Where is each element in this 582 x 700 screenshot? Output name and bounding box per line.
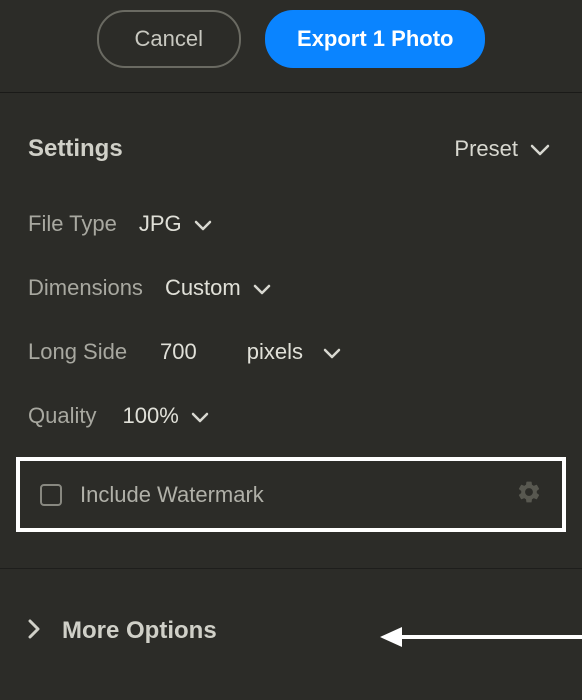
settings-title: Settings: [28, 135, 123, 163]
quality-row: Quality 100%: [28, 403, 554, 429]
top-button-bar: Cancel Export 1 Photo: [0, 0, 582, 92]
chevron-down-icon: [530, 136, 550, 162]
arrow-annotation: [380, 627, 582, 647]
dimensions-label: Dimensions: [28, 275, 143, 301]
file-type-value: JPG: [139, 211, 182, 237]
file-type-dropdown[interactable]: JPG: [139, 211, 212, 237]
file-type-label: File Type: [28, 211, 117, 237]
file-type-row: File Type JPG: [28, 211, 554, 237]
dimensions-dropdown[interactable]: Custom: [165, 275, 271, 301]
quality-value: 100%: [122, 403, 178, 429]
units-value: pixels: [247, 339, 303, 365]
arrow-head-icon: [380, 627, 402, 647]
long-side-label: Long Side: [28, 339, 138, 365]
preset-dropdown[interactable]: Preset: [454, 136, 550, 162]
chevron-down-icon: [194, 211, 212, 237]
watermark-label: Include Watermark: [80, 482, 516, 508]
more-options-row: More Options: [0, 569, 582, 645]
long-side-input[interactable]: 700: [160, 339, 197, 365]
chevron-down-icon: [323, 339, 341, 365]
quality-label: Quality: [28, 403, 96, 429]
arrow-line: [402, 635, 582, 639]
chevron-down-icon: [191, 403, 209, 429]
dimensions-value: Custom: [165, 275, 241, 301]
watermark-settings-button[interactable]: [516, 479, 542, 510]
export-button[interactable]: Export 1 Photo: [265, 10, 485, 68]
quality-dropdown[interactable]: 100%: [122, 403, 208, 429]
more-options-label: More Options: [62, 617, 217, 645]
chevron-down-icon: [253, 275, 271, 301]
long-side-row: Long Side 700 pixels: [28, 339, 554, 365]
watermark-highlight-box: Include Watermark: [16, 457, 566, 532]
more-options-toggle[interactable]: More Options: [28, 617, 217, 645]
settings-body: File Type JPG Dimensions Custom Long Sid…: [0, 183, 582, 532]
watermark-checkbox[interactable]: [40, 484, 62, 506]
chevron-right-icon: [28, 619, 40, 644]
units-dropdown[interactable]: pixels: [247, 339, 341, 365]
gear-icon: [516, 479, 542, 510]
preset-label: Preset: [454, 136, 518, 162]
cancel-button[interactable]: Cancel: [97, 10, 241, 68]
settings-header: Settings Preset: [0, 93, 582, 183]
dimensions-row: Dimensions Custom: [28, 275, 554, 301]
